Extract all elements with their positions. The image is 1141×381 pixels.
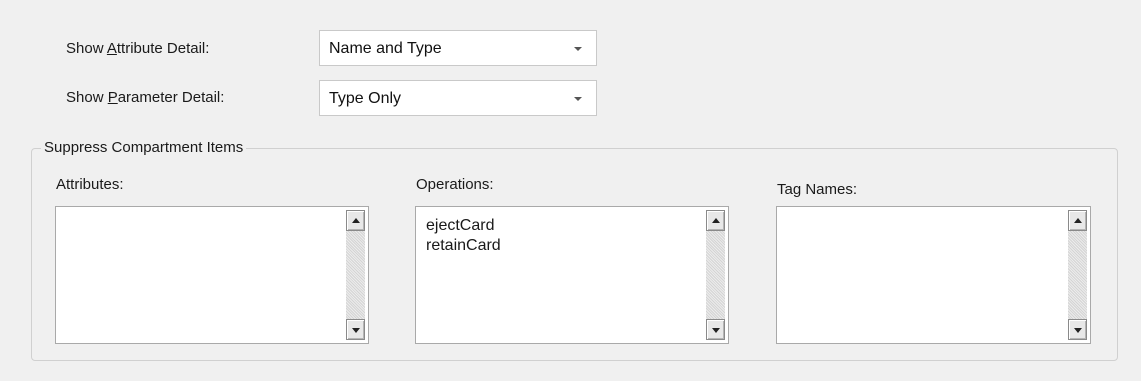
dropdown-value: Type Only — [329, 90, 402, 107]
label-mnemonic: A — [106, 40, 117, 57]
list-item[interactable]: ejectCard — [426, 216, 501, 236]
attributes-listbox[interactable] — [55, 206, 369, 344]
group-title: Suppress Compartment Items — [41, 139, 247, 156]
arrow-up-icon — [352, 218, 360, 223]
chevron-down-icon — [574, 97, 582, 101]
tag-names-label: Tag Names: — [777, 181, 858, 198]
dropdown-value: Name and Type — [329, 40, 442, 57]
list-item[interactable]: retainCard — [426, 236, 501, 256]
chevron-down-icon — [574, 47, 582, 51]
scroll-down-button[interactable] — [706, 319, 725, 340]
arrow-down-icon — [712, 328, 720, 333]
label-text: arameter Detail: — [117, 89, 225, 106]
label-text: ttribute Detail: — [116, 40, 210, 57]
scroll-up-button[interactable] — [1068, 210, 1087, 231]
scroll-down-button[interactable] — [1068, 319, 1087, 340]
scroll-down-button[interactable] — [346, 319, 365, 340]
attributes-label: Attributes: — [56, 176, 124, 193]
scroll-up-button[interactable] — [346, 210, 365, 231]
vertical-scrollbar[interactable] — [1068, 210, 1087, 340]
scroll-up-button[interactable] — [706, 210, 725, 231]
vertical-scrollbar[interactable] — [346, 210, 365, 340]
show-parameter-detail-label: Show Parameter Detail: — [66, 89, 224, 106]
arrow-down-icon — [352, 328, 360, 333]
arrow-down-icon — [1074, 328, 1082, 333]
operations-items: ejectCard retainCard — [426, 216, 501, 256]
label-mnemonic: P — [107, 89, 118, 106]
operations-listbox[interactable]: ejectCard retainCard — [415, 206, 729, 344]
label-text: Show — [66, 89, 108, 106]
arrow-up-icon — [712, 218, 720, 223]
show-parameter-detail-dropdown[interactable]: Type Only — [319, 80, 597, 116]
operations-label: Operations: — [416, 176, 494, 193]
show-attribute-detail-dropdown[interactable]: Name and Type — [319, 30, 597, 66]
show-attribute-detail-label: Show Attribute Detail: — [66, 40, 209, 57]
vertical-scrollbar[interactable] — [706, 210, 725, 340]
tag-names-listbox[interactable] — [776, 206, 1091, 344]
arrow-up-icon — [1074, 218, 1082, 223]
label-text: Show — [66, 40, 107, 57]
